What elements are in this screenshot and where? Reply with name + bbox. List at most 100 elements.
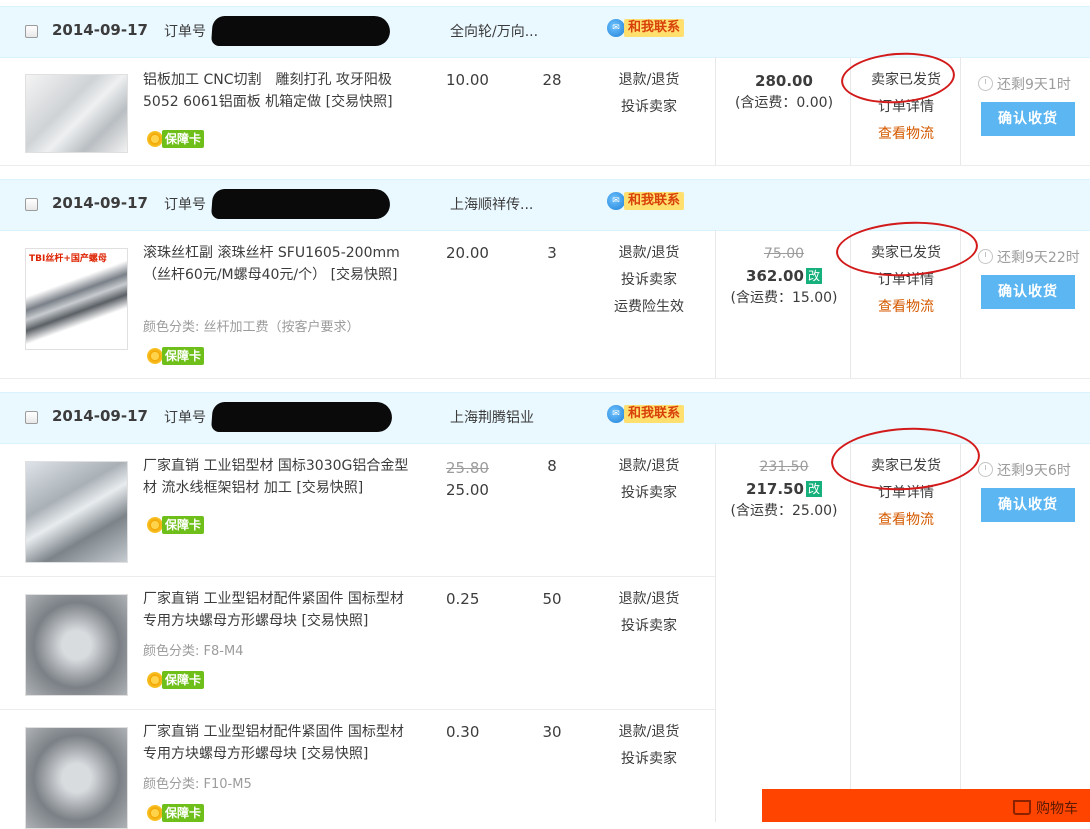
- product-thumbnail[interactable]: [25, 74, 128, 153]
- contact-label: 和我联系: [624, 192, 685, 210]
- quantity: 30: [542, 723, 562, 741]
- guarantee-icon: [147, 805, 163, 821]
- product-thumbnail[interactable]: TBI丝杆+国产螺母: [25, 248, 128, 350]
- shop-name[interactable]: 上海顺祥传...: [450, 194, 533, 214]
- order-item-row: 厂家直销 工业铝型材 国标3030G铝合金型材 流水线框架铝材 加工 [交易快照…: [0, 443, 716, 576]
- order-number-label: 订单号: [164, 24, 206, 40]
- total-price-line: 362.00 改: [720, 265, 848, 287]
- order-date: 2014-09-17: [52, 407, 148, 425]
- contact-label: 和我联系: [624, 19, 685, 37]
- thumbnail-caption: TBI丝杆+国产螺母: [29, 254, 107, 264]
- guarantee-label: 保障卡: [162, 130, 205, 148]
- confirm-receipt-button[interactable]: 确认收货: [981, 275, 1075, 309]
- complain-seller-link[interactable]: 投诉卖家: [600, 613, 698, 640]
- remaining-time: 还剩9天1时: [978, 74, 1090, 94]
- guarantee-icon: [147, 517, 163, 533]
- clock-icon: [978, 76, 993, 91]
- total-price-line: 217.50 改: [720, 478, 848, 500]
- unit-price-value: 0.30: [446, 723, 480, 741]
- product-thumbnail[interactable]: [25, 461, 128, 563]
- complain-seller-link[interactable]: 投诉卖家: [600, 94, 698, 121]
- contact-label: 和我联系: [624, 405, 685, 423]
- order-select-checkbox[interactable]: [25, 198, 38, 211]
- guarantee-label: 保障卡: [162, 516, 205, 534]
- item-operations: 退款/退货 投诉卖家: [600, 453, 698, 507]
- cart-icon: [1013, 800, 1031, 815]
- order-number-redaction: [210, 16, 392, 46]
- quantity: 28: [542, 71, 562, 89]
- order-total: 75.00 362.00 改 (含运费：15.00): [720, 243, 848, 309]
- column-divider: [715, 57, 716, 165]
- refund-return-link[interactable]: 退款/退货: [600, 240, 698, 267]
- order-total: 280.00 (含运费：0.00): [720, 70, 848, 114]
- guarantee-icon: [147, 672, 163, 688]
- unit-price-value: 25.00: [446, 481, 489, 499]
- guarantee-label: 保障卡: [162, 804, 205, 822]
- quantity: 8: [547, 457, 557, 475]
- order-item-row: 厂家直销 工业型铝材配件紧固件 国标型材专用方块螺母方形螺母块 [交易快照] 颜…: [0, 577, 716, 709]
- column-divider: [715, 443, 716, 822]
- guarantee-icon: [147, 131, 163, 147]
- wangwang-icon: ✉: [607, 405, 625, 423]
- column-divider: [715, 230, 716, 378]
- view-logistics-link[interactable]: 查看物流: [852, 121, 960, 148]
- price-modified-badge: 改: [805, 481, 822, 497]
- order-select-checkbox[interactable]: [25, 411, 38, 424]
- guarantee-label: 保障卡: [162, 671, 205, 689]
- unit-price: 10.00: [446, 71, 516, 89]
- order-separator: [0, 378, 1090, 379]
- product-thumbnail[interactable]: [25, 727, 128, 829]
- refund-return-link[interactable]: 退款/退货: [600, 719, 698, 746]
- product-title[interactable]: 厂家直销 工业型铝材配件紧固件 国标型材专用方块螺母方形螺母块 [交易快照]: [143, 721, 415, 765]
- shipping-fee: (含运费：15.00): [730, 290, 838, 306]
- shop-name[interactable]: 上海荆腾铝业: [450, 407, 534, 427]
- sku-option: 颜色分类: F10-M5: [143, 777, 252, 792]
- order-date: 2014-09-17: [52, 21, 148, 39]
- refund-return-link[interactable]: 退款/退货: [600, 453, 698, 480]
- order-number-redaction: [210, 189, 392, 219]
- total-price: 362.00: [746, 267, 804, 285]
- shop-name[interactable]: 全向轮/万向...: [450, 21, 538, 41]
- view-logistics-link[interactable]: 查看物流: [852, 294, 960, 321]
- complain-seller-link[interactable]: 投诉卖家: [600, 267, 698, 294]
- guarantee-icon: [147, 348, 163, 364]
- quantity: 50: [542, 590, 562, 608]
- order-item-row: TBI丝杆+国产螺母 滚珠丝杠副 滚珠丝杆 SFU1605-200mm（丝杆60…: [0, 230, 716, 378]
- unit-price: 0.25: [446, 590, 516, 608]
- order-item-row: 铝板加工 CNC切割 雕刻打孔 攻牙阳极5052 6061铝面板 机箱定做 [交…: [0, 57, 716, 165]
- order-select-checkbox[interactable]: [25, 25, 38, 38]
- shipping-fee: (含运费：25.00): [730, 503, 838, 519]
- wangwang-icon: ✉: [607, 19, 625, 37]
- product-title[interactable]: 铝板加工 CNC切割 雕刻打孔 攻牙阳极5052 6061铝面板 机箱定做 [交…: [143, 69, 415, 113]
- order-number-label: 订单号: [164, 197, 206, 213]
- total-price: 280.00: [755, 72, 813, 90]
- original-total-price: 231.50: [759, 459, 809, 475]
- item-operations: 退款/退货 投诉卖家 运费险生效: [600, 240, 698, 321]
- refund-return-link[interactable]: 退款/退货: [600, 586, 698, 613]
- original-total-price: 75.00: [763, 246, 805, 262]
- cart-label: 购物车: [1036, 801, 1078, 817]
- order-number-label: 订单号: [164, 410, 206, 426]
- unit-price-value: 20.00: [446, 244, 489, 262]
- confirm-receipt-button[interactable]: 确认收货: [981, 102, 1075, 136]
- wangwang-icon: ✉: [607, 192, 625, 210]
- product-title[interactable]: 滚珠丝杠副 滚珠丝杆 SFU1605-200mm（丝杆60元/M螺母40元/个）…: [143, 242, 415, 286]
- clock-icon: [978, 462, 993, 477]
- remaining-time-text: 还剩9天1时: [997, 77, 1071, 93]
- remaining-time-text: 还剩9天6时: [997, 463, 1071, 479]
- unit-price: 20.00: [446, 244, 516, 262]
- column-divider: [850, 443, 851, 822]
- product-title[interactable]: 厂家直销 工业铝型材 国标3030G铝合金型材 流水线框架铝材 加工 [交易快照…: [143, 455, 415, 499]
- product-title[interactable]: 厂家直销 工业型铝材配件紧固件 国标型材专用方块螺母方形螺母块 [交易快照]: [143, 588, 415, 632]
- remaining-time: 还剩9天6时: [978, 460, 1090, 480]
- shipping-fee: (含运费：0.00): [734, 95, 834, 111]
- view-logistics-link[interactable]: 查看物流: [852, 507, 960, 534]
- item-operations: 退款/退货 投诉卖家: [600, 586, 698, 640]
- complain-seller-link[interactable]: 投诉卖家: [600, 480, 698, 507]
- product-thumbnail[interactable]: [25, 594, 128, 696]
- confirm-receipt-button[interactable]: 确认收货: [981, 488, 1075, 522]
- refund-return-link[interactable]: 退款/退货: [600, 67, 698, 94]
- cart-bar[interactable]: 购物车: [762, 789, 1090, 822]
- total-price: 217.50: [746, 480, 804, 498]
- complain-seller-link[interactable]: 投诉卖家: [600, 746, 698, 773]
